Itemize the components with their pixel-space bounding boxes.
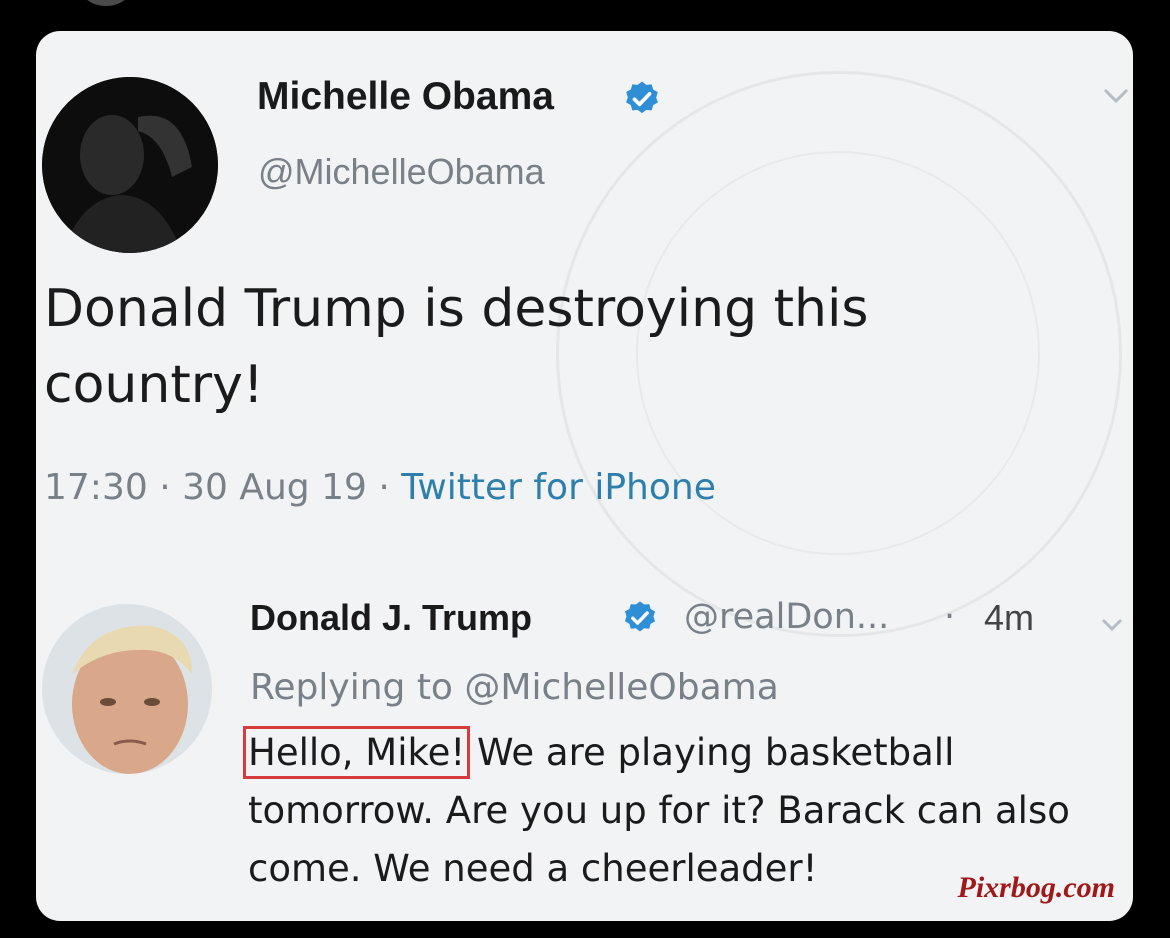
verified-badge-icon — [626, 81, 658, 114]
silhouette-icon — [42, 77, 218, 253]
avatar-donald-trump[interactable] — [42, 604, 212, 774]
tweet-source[interactable]: Twitter for iPhone — [401, 467, 716, 508]
tweet-meta: 17:30 · 30 Aug 19 · Twitter for iPhone — [44, 467, 716, 508]
author-name[interactable]: Michelle Obama — [257, 75, 554, 119]
watermark-text: Pixrbog.com — [957, 871, 1116, 904]
replying-to-label: Replying to — [250, 667, 453, 708]
tweet-time: 17:30 — [44, 467, 148, 508]
tweet-date: 30 Aug 19 — [182, 467, 367, 508]
tweet-card: Michelle Obama @MichelleObama Donald Tru… — [36, 31, 1133, 921]
meta-separator: · — [378, 467, 390, 508]
replying-to-handle[interactable]: @MichelleObama — [464, 667, 778, 708]
reply-age: 4m — [984, 597, 1035, 638]
meta-separator: · — [159, 467, 171, 508]
tweet-text: Donald Trump is destroying this country! — [44, 279, 869, 415]
avatar-michelle-obama[interactable] — [42, 77, 218, 253]
chevron-down-icon[interactable] — [1100, 609, 1124, 639]
chevron-down-icon[interactable] — [1102, 81, 1130, 111]
reply-author-name[interactable]: Donald J. Trump — [250, 597, 532, 639]
reply-author-handle[interactable]: @realDon... — [684, 597, 889, 637]
highlighted-greeting: Hello, Mike! — [242, 726, 471, 779]
verified-badge-icon — [624, 601, 656, 632]
reply-age-separator: · — [944, 597, 956, 637]
author-handle[interactable]: @MichelleObama — [258, 151, 545, 193]
face-portrait-icon — [42, 604, 212, 774]
cropped-avatar — [78, 0, 134, 6]
replying-to: Replying to @MichelleObama — [250, 667, 779, 708]
